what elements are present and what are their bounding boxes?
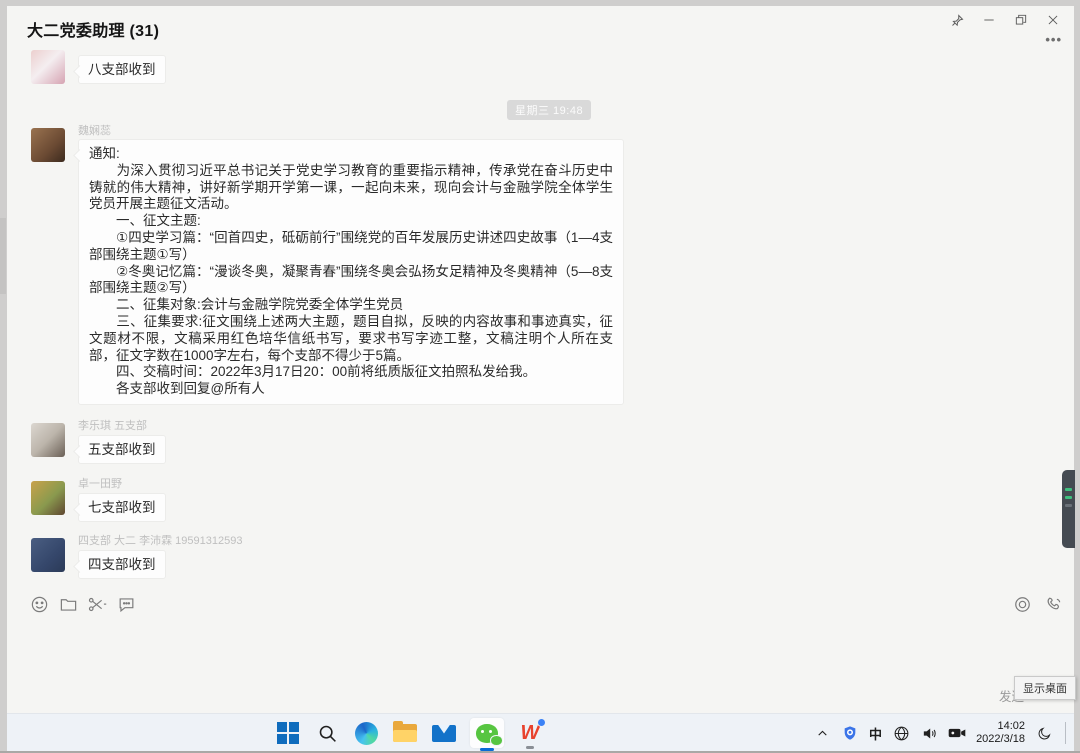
avatar[interactable] — [31, 128, 65, 162]
avatar[interactable] — [31, 538, 65, 572]
volume-icon[interactable] — [920, 724, 938, 742]
camera-indicator-icon[interactable] — [948, 724, 966, 742]
time-badge: 星期三 19:48 — [507, 100, 591, 120]
pin-icon[interactable] — [944, 9, 970, 31]
avatar[interactable] — [31, 481, 65, 515]
chat-title: 大二党委助理 (31) — [27, 17, 159, 41]
composer-toolbar-right — [1012, 594, 1064, 614]
sender-name: 四支部 大二 李沛霖 19591312593 — [78, 532, 242, 548]
moon-icon[interactable] — [1035, 724, 1053, 742]
security-shield-icon[interactable] — [841, 724, 859, 742]
more-icon[interactable]: ••• — [1045, 32, 1062, 47]
taskbar-icons: W — [275, 714, 543, 752]
tray-chevron-icon[interactable] — [813, 724, 831, 742]
message-bubble-notice[interactable]: 通知: 为深入贯彻习近平总书记关于党史学习教育的重要指示精神，传承党在奋斗历史中… — [78, 139, 624, 405]
docked-widget[interactable] — [1062, 470, 1075, 548]
ime-indicator[interactable]: 中 — [869, 724, 882, 743]
sender-name: 魏娴蕊 — [78, 122, 111, 138]
close-icon[interactable] — [1040, 9, 1066, 31]
minimize-icon[interactable] — [976, 9, 1002, 31]
composer-toolbar-left — [29, 594, 136, 614]
show-desktop-button[interactable] — [1065, 722, 1066, 744]
folder-icon[interactable] — [58, 594, 78, 614]
emoji-icon[interactable] — [29, 594, 49, 614]
file-explorer-icon[interactable] — [392, 720, 418, 746]
screenshot-scissors-icon[interactable] — [87, 594, 107, 614]
chat-history-icon[interactable] — [116, 594, 136, 614]
restore-icon[interactable] — [1008, 9, 1034, 31]
sender-name: 李乐琪 五支部 — [78, 417, 147, 433]
mail-icon[interactable] — [431, 720, 457, 746]
left-edge-bar — [0, 218, 6, 294]
message-input[interactable] — [27, 622, 1054, 677]
wechat-icon[interactable] — [470, 718, 504, 748]
message-bubble[interactable]: 七支部收到 — [78, 493, 166, 522]
avatar[interactable] — [31, 50, 65, 84]
start-icon[interactable] — [275, 720, 301, 746]
tray-time: 14:02 — [976, 720, 1025, 733]
tray-date: 2022/3/18 — [976, 733, 1025, 746]
edge-icon[interactable] — [353, 720, 379, 746]
wps-icon[interactable]: W — [517, 720, 543, 746]
sender-name: 卓一田野 — [78, 475, 122, 491]
tray-clock[interactable]: 14:02 2022/3/18 — [976, 720, 1025, 746]
network-globe-icon[interactable] — [892, 724, 910, 742]
wechat-window: 大二党委助理 (31) ••• 八支部收到 星期三 19:48 魏娴蕊 通知: … — [7, 6, 1074, 751]
video-call-icon[interactable] — [1012, 594, 1032, 614]
search-icon[interactable] — [314, 720, 340, 746]
system-tray: 中 14:02 2022/3/18 — [813, 714, 1066, 752]
message-bubble[interactable]: 八支部收到 — [78, 55, 166, 84]
message-bubble[interactable]: 四支部收到 — [78, 550, 166, 579]
show-desktop-tooltip: 显示桌面 — [1014, 676, 1076, 700]
message-bubble[interactable]: 五支部收到 — [78, 435, 166, 464]
window-controls — [944, 9, 1066, 31]
avatar[interactable] — [31, 423, 65, 457]
taskbar: W 中 — [7, 713, 1074, 751]
voice-call-icon[interactable] — [1044, 594, 1064, 614]
